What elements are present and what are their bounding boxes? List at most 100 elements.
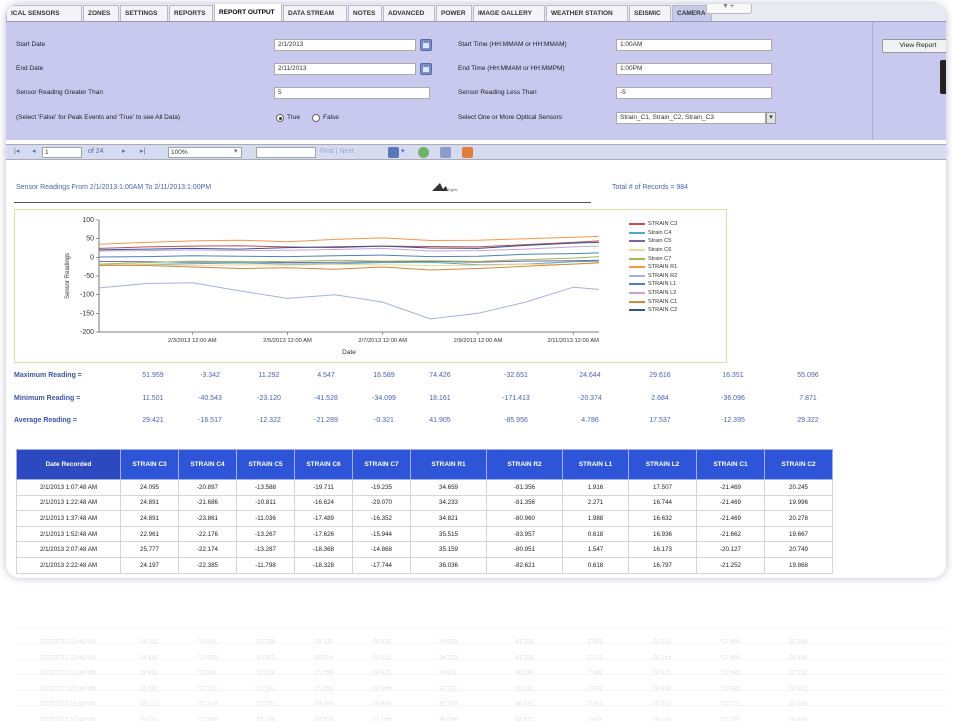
column-header[interactable]: STRAIN R1	[410, 449, 487, 480]
zoom-select[interactable]: 100%	[168, 147, 242, 158]
end-date-input[interactable]: 2/11/2013	[274, 63, 416, 75]
less-than-input[interactable]: -5	[616, 87, 772, 99]
column-header[interactable]: STRAIN L2	[628, 449, 697, 480]
legend-label: STRAIN L2	[648, 290, 677, 297]
table-cell: 19.996	[764, 494, 833, 512]
y-tick-label: -50	[84, 273, 94, 280]
reflection-cell: -15.944	[370, 683, 392, 690]
start-time-label: Start Time (HH:MMAM or HH:MMAM)	[458, 41, 567, 48]
tab-image-gallery[interactable]: IMAGE GALLERY	[473, 5, 545, 21]
column-header[interactable]: Date Recorded	[16, 449, 121, 480]
y-tick-label: -100	[80, 292, 94, 299]
table-cell: -16.352	[352, 510, 411, 527]
true-radio[interactable]	[276, 114, 284, 122]
column-header[interactable]: STRAIN C2	[764, 449, 833, 480]
table-cell: -15.944	[352, 525, 411, 543]
tab-seismic[interactable]: SEISMIC	[629, 5, 671, 21]
table-row: 2/1/2013 1:37:48 AM 24.891 -23.861 -11.036-…	[16, 510, 833, 527]
table-cell: -18.368	[294, 541, 353, 558]
view-report-button[interactable]: View Report	[882, 39, 946, 53]
avg-reading-value: -85.956	[504, 417, 528, 424]
chevron-down-icon[interactable]: ▾	[766, 112, 776, 124]
table-cell: -80.960	[486, 510, 563, 527]
prev-page-button[interactable]: ◂	[32, 147, 36, 157]
page-number-input[interactable]: 1	[42, 147, 82, 158]
end-date-label: End Date	[16, 65, 44, 72]
refresh-icon[interactable]	[418, 147, 429, 158]
avg-reading-value: -12.395	[721, 417, 745, 424]
reflection-cell: 0.618	[587, 715, 603, 721]
end-date-calendar-icon[interactable]	[420, 63, 432, 75]
optical-sensors-select[interactable]: Strain_C1, Strain_C2, Strain_C3	[616, 112, 766, 124]
tab-power[interactable]: POWER	[436, 5, 472, 21]
reflection-cell: 2.271	[587, 652, 603, 659]
tab-advanced[interactable]: ADVANCED	[383, 5, 435, 21]
table-cell: -21.469	[696, 479, 765, 496]
reflection-cell: 19.868	[788, 715, 808, 721]
table-cell: -81.356	[486, 479, 563, 496]
first-page-button[interactable]: |◂	[14, 147, 19, 157]
tab-settings[interactable]: SETTINGS	[120, 5, 168, 21]
table-cell: -13.287	[236, 541, 295, 558]
page-count: of 24	[88, 148, 104, 155]
print-icon[interactable]	[440, 147, 451, 158]
find-next-link[interactable]: Find | Next	[320, 147, 354, 157]
table-cell: 2/1/2013 1:37:48 AM	[16, 510, 121, 527]
tab-weather-station[interactable]: WEATHER STATION	[546, 5, 628, 21]
panel-divider	[872, 22, 873, 140]
tab-zones[interactable]: ZONES	[83, 5, 119, 21]
reflection-cell: 0.618	[587, 683, 603, 690]
false-radio-label: False	[323, 114, 339, 121]
end-time-input[interactable]: 1:00PM	[616, 63, 772, 75]
start-date-calendar-icon[interactable]	[420, 39, 432, 51]
reflection-cell: -11.036	[255, 668, 275, 675]
column-header[interactable]: STRAIN C1	[696, 449, 765, 480]
table-row: 2/1/2013 1:52:48 AM 22.961 -22.176 -13.267-…	[16, 525, 833, 543]
min-reading-label: Minimum Reading =	[14, 395, 81, 402]
column-header[interactable]: STRAIN L1	[562, 449, 629, 480]
tab-overflow-control[interactable]: ▾ +	[706, 4, 752, 14]
column-header[interactable]: STRAIN C4	[178, 449, 237, 480]
find-text-input[interactable]	[256, 147, 316, 158]
start-date-label: Start Date	[16, 41, 46, 48]
legend-item: STRAIN L1	[629, 280, 677, 289]
series-line-strain-l1	[98, 252, 600, 258]
min-reading-value: -23.120	[257, 395, 281, 402]
reflection-cell: 22.961	[139, 683, 159, 690]
next-page-button[interactable]: ▸	[122, 147, 126, 157]
tab-report-output[interactable]: REPORT OUTPUT	[214, 4, 282, 21]
start-time-input[interactable]: 1:00AM	[616, 39, 772, 51]
false-radio[interactable]	[312, 114, 320, 122]
reflection-cell: -21.252	[719, 715, 741, 721]
rss-feed-icon[interactable]	[462, 147, 473, 158]
table-cell: 16.632	[628, 510, 697, 527]
side-handle[interactable]	[940, 60, 946, 94]
export-icon[interactable]	[388, 147, 399, 158]
table-cell: 1.988	[562, 510, 629, 527]
legend-item: Strain C4	[629, 229, 677, 238]
column-header[interactable]: STRAIN C7	[352, 449, 411, 480]
zoom-chevron-icon[interactable]: ▾	[234, 147, 238, 157]
table-row: 2/1/2013 2:07:48 AM 25.777 -22.174 -13.287-…	[16, 541, 833, 558]
avg-reading-value: 29.322	[797, 417, 819, 424]
column-header[interactable]: STRAIN C6	[294, 449, 353, 480]
tab-notes[interactable]: NOTES	[348, 5, 382, 21]
table-cell: -23.861	[178, 510, 237, 527]
tab-data-stream[interactable]: DATA STREAM	[283, 5, 347, 21]
last-page-button[interactable]: ▸|	[140, 147, 145, 157]
tab-ical-sensors[interactable]: ICAL SENSORS	[6, 5, 82, 21]
greater-than-input[interactable]: 5	[274, 87, 430, 99]
column-header[interactable]: STRAIN R2	[486, 449, 563, 480]
readings-table: Date Recorded STRAIN C3 STRAIN C4 STRAIN C5…	[16, 449, 833, 574]
start-date-input[interactable]: 2/1/2013	[274, 39, 416, 51]
column-header[interactable]: STRAIN C5	[236, 449, 295, 480]
reflection-cell: -13.267	[254, 683, 276, 690]
column-header[interactable]: STRAIN C3	[120, 449, 179, 480]
table-cell: 36.036	[410, 556, 487, 574]
optical-sensors-label: Select One or More Optical Sensors	[458, 114, 563, 121]
legend-item: STRAIN R1	[629, 263, 677, 272]
table-cell: -11.798	[236, 556, 295, 574]
tab-reports[interactable]: REPORTS	[169, 5, 213, 21]
export-chevron-icon[interactable]: ▾	[401, 147, 405, 157]
legend-label: STRAIN R1	[648, 264, 678, 271]
